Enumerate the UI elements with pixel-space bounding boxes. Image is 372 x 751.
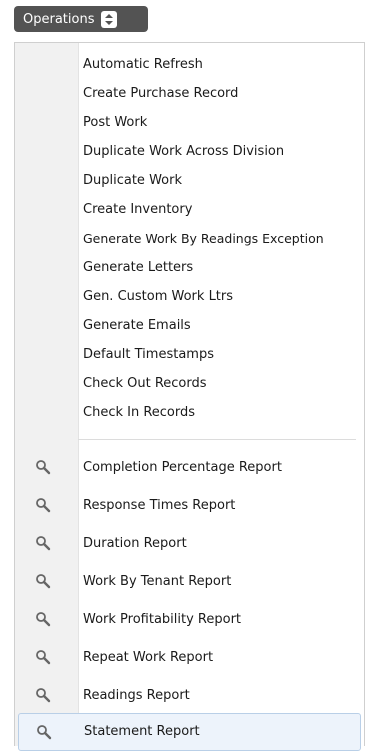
menu-item-label: Work By Tenant Report [83,573,232,589]
menu-item-duration-report[interactable]: Duration Report [15,524,364,562]
menu-item-label: Create Inventory [83,202,193,217]
menu-item-label: Completion Percentage Report [83,459,282,475]
menu-item-label: Gen. Custom Work Ltrs [83,289,234,304]
operations-menu: Automatic Refresh Create Purchase Record… [14,42,365,751]
search-icon [36,498,51,513]
up-down-arrows-icon [101,10,118,28]
menu-item-repeat-work-report[interactable]: Repeat Work Report [15,638,364,676]
menu-item-label: Statement Report [84,724,200,739]
menu-item-label: Check Out Records [83,376,207,391]
menu-item-label: Post Work [83,115,148,130]
menu-item-work-profitability-report[interactable]: Work Profitability Report [15,600,364,638]
menu-item-create-purchase-record[interactable]: Create Purchase Record [15,79,364,108]
menu-item-duplicate-work[interactable]: Duplicate Work [15,166,364,195]
search-icon [36,460,51,475]
menu-item-generate-work-by-readings-exception[interactable]: Generate Work By Readings Exception [15,224,364,253]
menu-item-post-work[interactable]: Post Work [15,108,364,137]
menu-item-create-inventory[interactable]: Create Inventory [15,195,364,224]
menu-item-label: Duration Report [83,535,187,551]
menu-item-gen-custom-work-ltrs[interactable]: Gen. Custom Work Ltrs [15,282,364,311]
menu-item-label: Generate Emails [83,318,191,333]
menu-item-automatic-refresh[interactable]: Automatic Refresh [15,50,364,79]
menu-item-label: Default Timestamps [83,347,214,362]
search-icon [36,612,51,627]
menu-item-completion-percentage-report[interactable]: Completion Percentage Report [15,448,364,486]
menu-item-default-timestamps[interactable]: Default Timestamps [15,340,364,369]
menu-item-duplicate-work-across-division[interactable]: Duplicate Work Across Division [15,137,364,166]
menu-item-label: Response Times Report [83,497,236,513]
menu-item-label: Generate Work By Readings Exception [83,231,324,246]
search-icon [36,574,51,589]
menu-item-statement-report[interactable]: Statement Report [18,713,361,751]
operations-button-label: Operations [23,11,95,27]
menu-item-check-in-records[interactable]: Check In Records [15,398,364,427]
menu-item-check-out-records[interactable]: Check Out Records [15,369,364,398]
search-icon [37,725,52,740]
search-icon [36,688,51,703]
menu-item-generate-letters[interactable]: Generate Letters [15,253,364,282]
menu-item-label: Duplicate Work [83,173,182,188]
menu-item-label: Automatic Refresh [83,57,203,72]
menu-item-label: Repeat Work Report [83,649,214,665]
menu-separator [78,439,356,440]
operations-button[interactable]: Operations [14,6,148,32]
menu-item-label: Readings Report [83,687,190,703]
menu-item-label: Generate Letters [83,260,194,275]
menu-item-work-by-tenant-report[interactable]: Work By Tenant Report [15,562,364,600]
search-icon [36,536,51,551]
menu-item-readings-report[interactable]: Readings Report [15,676,364,714]
search-icon [36,650,51,665]
menu-item-generate-emails[interactable]: Generate Emails [15,311,364,340]
menu-item-label: Duplicate Work Across Division [83,144,285,159]
menu-item-response-times-report[interactable]: Response Times Report [15,486,364,524]
menu-item-label: Work Profitability Report [83,611,242,627]
menu-item-label: Check In Records [83,405,196,420]
menu-item-label: Create Purchase Record [83,86,239,101]
